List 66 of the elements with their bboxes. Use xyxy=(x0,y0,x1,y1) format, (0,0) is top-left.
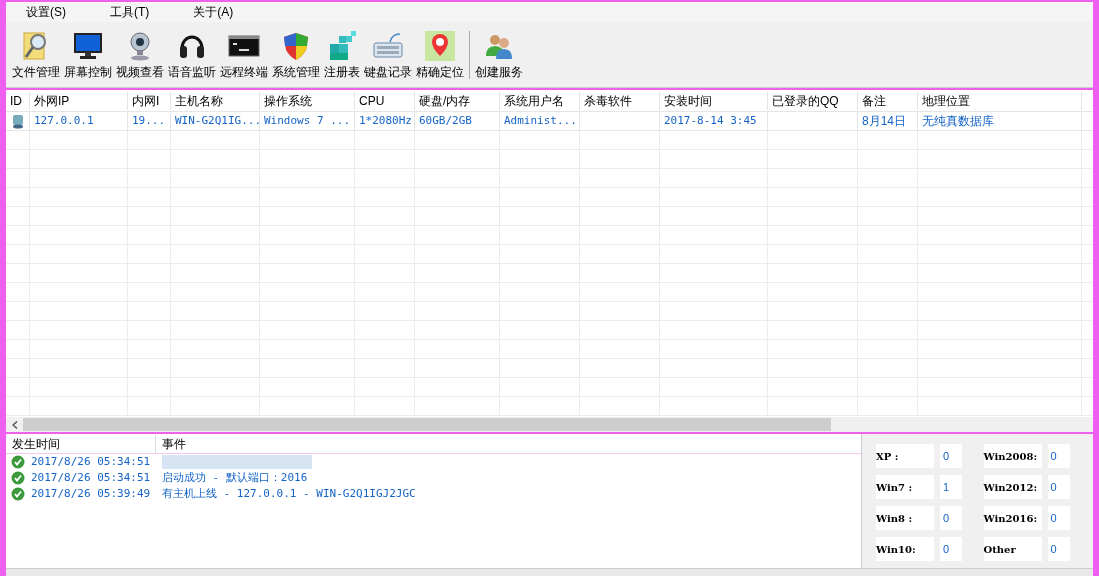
table-cell-text: 1*2080Hz xyxy=(359,112,412,129)
os-label: Other xyxy=(983,537,1042,561)
os-count-field: 0 xyxy=(1047,475,1070,499)
toolbar-button[interactable]: 注册表 xyxy=(322,30,362,79)
column-header[interactable]: 已登录的QQ xyxy=(768,91,858,110)
menu-item[interactable]: 关于(A) xyxy=(185,3,242,21)
column-header[interactable]: 发生时间 xyxy=(6,434,156,453)
os-label: Win10: xyxy=(876,537,934,561)
toolbar-button[interactable]: 精确定位 xyxy=(414,30,466,79)
table-cell-text: Windows 7 ... xyxy=(264,112,351,129)
os-count-field: 0 xyxy=(940,444,962,468)
toolbar-button[interactable]: 文件管理 xyxy=(10,30,62,79)
os-label: Win2008: xyxy=(983,444,1042,468)
column-header[interactable]: 外网IP xyxy=(30,91,128,110)
os-count-field: 1 xyxy=(940,475,962,499)
column-header[interactable]: 杀毒软件 xyxy=(580,91,660,110)
check-icon xyxy=(11,471,25,485)
table-cell-text: Administ... xyxy=(504,112,577,129)
table-cell-text: 8月14日 xyxy=(862,113,907,130)
computer-icon xyxy=(11,113,24,129)
column-header[interactable]: 硬盘/内存 xyxy=(415,91,500,110)
column-header[interactable]: 安装时间 xyxy=(660,91,768,110)
column-header[interactable]: 系统用户名 xyxy=(500,91,580,110)
toolbar-button[interactable]: 屏幕控制 xyxy=(62,30,114,79)
menu-item[interactable]: 工具(T) xyxy=(102,3,158,21)
column-header[interactable]: 主机名称 xyxy=(171,91,260,110)
os-label: Win2016: xyxy=(983,506,1042,530)
log-time: 2017/8/26 05:34:51 xyxy=(31,453,151,470)
column-header[interactable]: 事件 xyxy=(156,434,186,453)
os-label: Win7 : xyxy=(876,475,934,499)
column-header[interactable]: 内网I xyxy=(128,91,171,110)
log-time: 2017/8/26 05:39:49 xyxy=(31,485,151,502)
table-cell-text: 19... xyxy=(132,112,166,129)
log-event: 有主机上线 - 127.0.0.1 - WIN-G2Q1IGJ2JGC xyxy=(162,485,416,502)
log-time: 2017/8/26 05:34:51 xyxy=(31,469,151,486)
log-event: 启动成功 - 默认端口：2016 xyxy=(162,469,308,486)
os-count-field: 0 xyxy=(1047,506,1070,530)
os-count-field: 0 xyxy=(1047,444,1070,468)
table-cell-text: 2017-8-14 3:45 xyxy=(664,112,757,129)
toolbar-button[interactable]: 键盘记录 xyxy=(362,30,414,79)
monitor-icon xyxy=(72,30,104,62)
column-header[interactable]: 备注 xyxy=(858,91,918,110)
map-pin-icon xyxy=(424,30,456,62)
table-cell-text: WIN-G2Q1IG... xyxy=(175,112,259,129)
table-cell-text: 127.0.0.1 xyxy=(34,112,94,129)
os-label: XP : xyxy=(876,444,934,468)
toolbar-button[interactable]: 系统管理 xyxy=(270,30,322,79)
toolbar-button[interactable]: 远程终端 xyxy=(218,30,270,79)
table-cell-text: 无纯真数据库 xyxy=(922,113,994,130)
toolbar-button[interactable]: 视频查看 xyxy=(114,30,166,79)
os-label: Win8 : xyxy=(876,506,934,530)
os-count-field: 0 xyxy=(1047,537,1070,561)
os-count-field: 0 xyxy=(940,506,962,530)
check-icon xyxy=(11,455,25,469)
table-cell-text: 60GB/2GB xyxy=(419,112,472,129)
os-count-field: 0 xyxy=(940,537,962,561)
column-header[interactable]: CPU xyxy=(355,91,415,110)
menu-item[interactable]: 设置(S) xyxy=(18,3,74,21)
column-header[interactable]: 地理位置 xyxy=(918,91,1082,110)
os-label: Win2012: xyxy=(983,475,1042,499)
toolbar-button[interactable]: 语音监听 xyxy=(166,30,218,79)
check-icon xyxy=(11,487,25,501)
horizontal-scrollbar[interactable] xyxy=(6,417,1093,432)
column-header[interactable]: 操作系统 xyxy=(260,91,355,110)
toolbar-button[interactable]: 创建服务 xyxy=(473,30,525,79)
column-header[interactable]: ID xyxy=(6,91,30,110)
